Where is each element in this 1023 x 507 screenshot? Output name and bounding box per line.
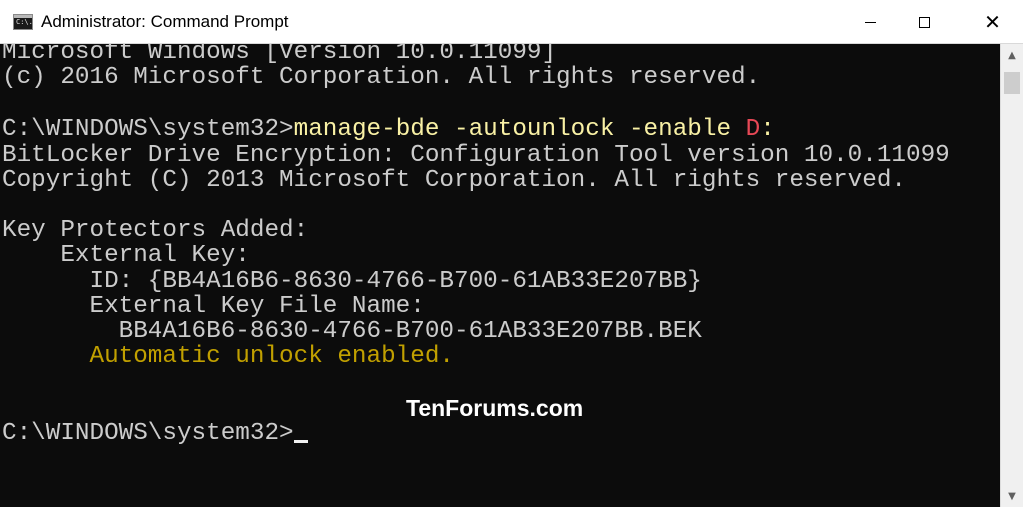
scroll-up-button[interactable]: ▲: [1001, 44, 1023, 66]
console-line: Copyright (C) 2013 Microsoft Corporation…: [2, 167, 906, 194]
command-prompt-icon[interactable]: C:\.: [13, 14, 33, 30]
console-line: BitLocker Drive Encryption: Configuratio…: [2, 142, 950, 169]
maximize-icon: [919, 16, 930, 28]
console-line: External Key File Name:: [2, 293, 425, 320]
console-output[interactable]: Microsoft Windows [Version 10.0.11099] (…: [0, 44, 1000, 507]
scroll-up-icon: ▲: [1008, 49, 1016, 61]
console-line: External Key:: [2, 242, 250, 269]
minimize-button[interactable]: [841, 0, 900, 44]
command-line: C:\WINDOWS\system32>manage-bde -autounlo…: [2, 117, 775, 142]
watermark: TenForums.com: [406, 395, 584, 421]
console-line: Key Protectors Added:: [2, 217, 309, 244]
final-prompt-line[interactable]: C:\WINDOWS\system32>: [2, 421, 308, 446]
vertical-scrollbar[interactable]: ▲ ▼: [1000, 44, 1023, 507]
maximize-button[interactable]: [895, 0, 954, 44]
title-bar[interactable]: C:\. Administrator: Command Prompt ✕: [0, 0, 1023, 44]
drive-letter: D: [745, 116, 761, 143]
command-prompt-window: C:\. Administrator: Command Prompt ✕ Mic…: [0, 0, 1023, 507]
console-line: Microsoft Windows [Version 10.0.11099]: [2, 44, 557, 66]
success-message: Automatic unlock enabled.: [2, 343, 454, 370]
command-text: manage-bde -autounlock -enable: [293, 116, 746, 143]
drive-colon: :: [760, 116, 775, 143]
text-cursor: [293, 440, 308, 443]
scroll-down-icon: ▼: [1008, 490, 1016, 502]
console-line: BB4A16B6-8630-4766-B700-61AB33E207BB.BEK: [2, 318, 702, 345]
window-title: Administrator: Command Prompt: [41, 12, 289, 31]
close-icon: ✕: [984, 10, 1001, 34]
console-line: (c) 2016 Microsoft Corporation. All righ…: [2, 64, 761, 91]
prompt-text: C:\WINDOWS\system32>: [2, 116, 294, 143]
minimize-icon: [865, 21, 876, 23]
prompt-text: C:\WINDOWS\system32>: [2, 420, 294, 447]
scrollbar-thumb[interactable]: [1004, 72, 1020, 94]
close-button[interactable]: ✕: [963, 0, 1022, 44]
scroll-down-button[interactable]: ▼: [1001, 485, 1023, 507]
console-line: ID: {BB4A16B6-8630-4766-B700-61AB33E207B…: [2, 268, 702, 295]
command-prompt-icon-text: C:\.: [16, 18, 33, 26]
